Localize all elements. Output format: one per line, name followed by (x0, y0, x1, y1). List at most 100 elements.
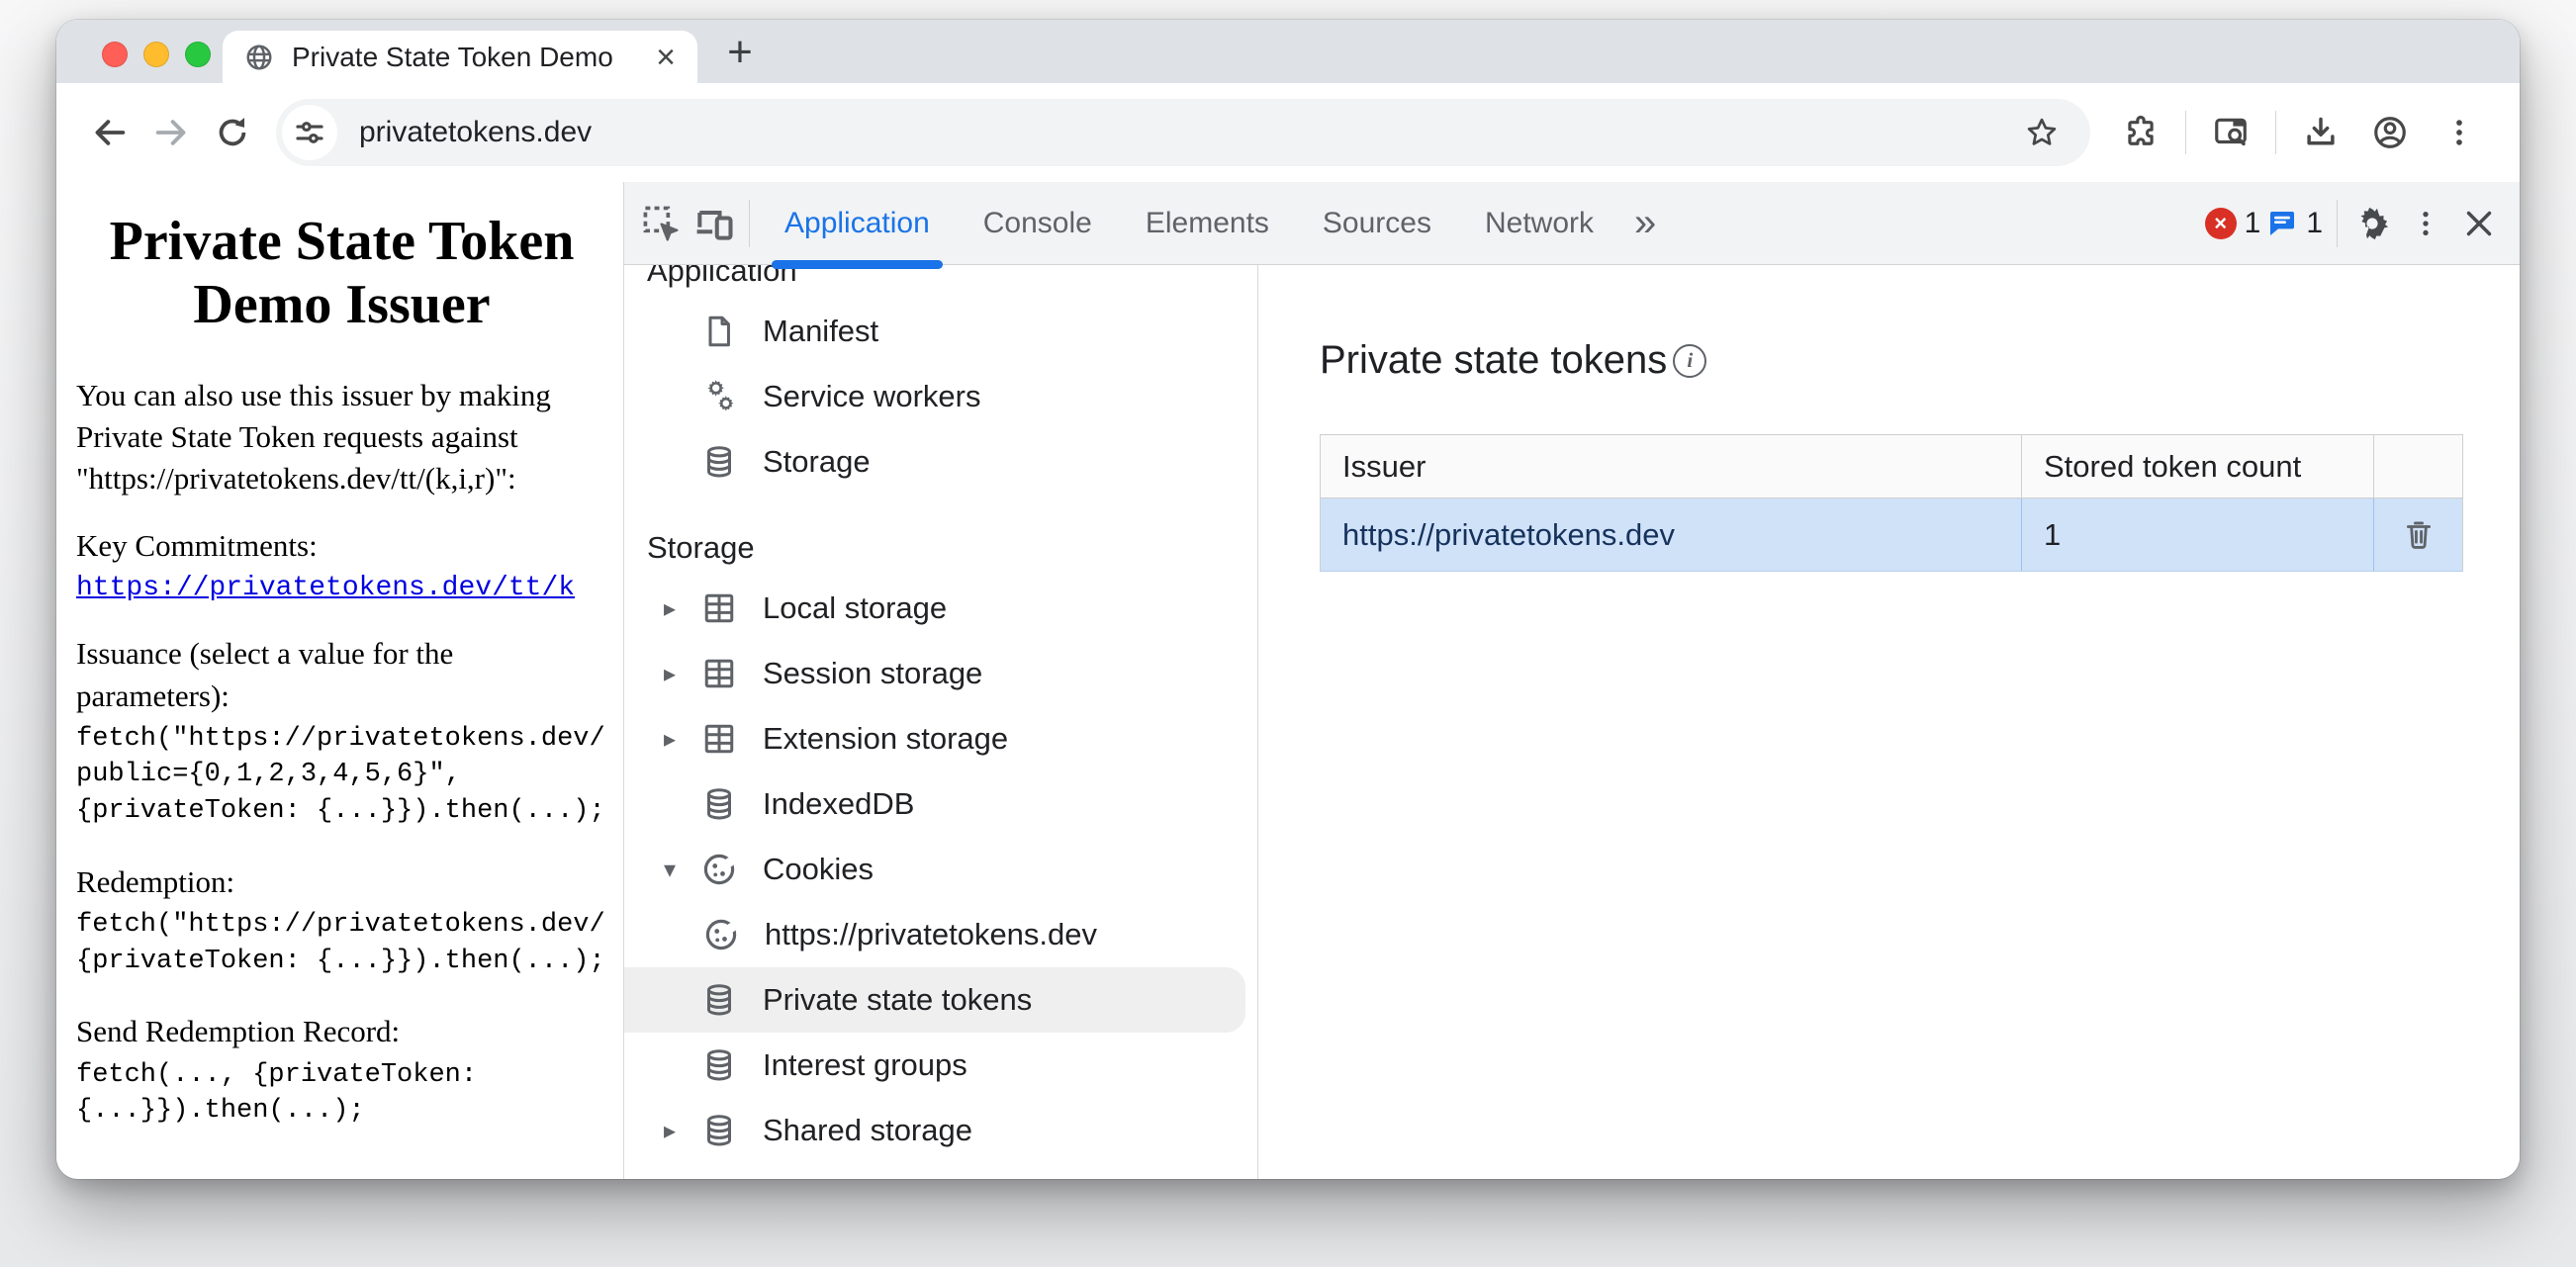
sidebar-item-interest-groups[interactable]: Interest groups (624, 1033, 1257, 1098)
url-text[interactable]: privatetokens.dev (359, 116, 2007, 149)
more-tabs-icon[interactable]: » (1620, 201, 1670, 245)
sidebar-item-manifest[interactable]: Manifest (624, 299, 1257, 364)
database-icon (699, 1045, 739, 1085)
delete-token-button[interactable] (2394, 510, 2443, 560)
table-icon (699, 588, 739, 628)
sidebar-item-indexeddb[interactable]: IndexedDB (624, 771, 1257, 837)
reload-button[interactable] (205, 105, 260, 160)
error-badge[interactable]: × 1 (2205, 207, 2261, 240)
inspect-element-icon[interactable] (634, 197, 688, 250)
issue-count: 1 (2306, 207, 2323, 240)
page-title: Private State Token Demo Issuer (76, 210, 607, 337)
cookie-icon (701, 915, 741, 954)
profile-avatar-icon[interactable] (2361, 104, 2419, 161)
tab-strip: Private State Token Demo × + (56, 20, 2520, 83)
column-header-count[interactable]: Stored token count (2022, 435, 2374, 498)
tab-sources[interactable]: Sources (1296, 182, 1458, 264)
close-window-button[interactable] (102, 42, 128, 67)
panel-title: Private state tokens (1320, 338, 1667, 383)
chevron-right-icon[interactable]: ▸ (664, 594, 699, 623)
tab-console[interactable]: Console (957, 182, 1119, 264)
document-icon (699, 312, 739, 351)
issuance-label: Issuance (select a value for the paramet… (76, 633, 607, 716)
count-cell[interactable]: 1 (2022, 498, 2374, 572)
issuer-cell[interactable]: https://privatetokens.dev (1321, 498, 2022, 572)
sidebar-item-session-storage[interactable]: ▸ Session storage (624, 641, 1257, 706)
search-tabs-icon[interactable] (2202, 104, 2259, 161)
devtools-divider (749, 200, 750, 247)
devtools-close-icon[interactable] (2452, 197, 2506, 250)
browser-tab[interactable]: Private State Token Demo × (223, 31, 697, 83)
sidebar-item-label: Interest groups (763, 1047, 967, 1083)
column-header-issuer[interactable]: Issuer (1321, 435, 2022, 498)
tokens-table: Issuer Stored token count https://privat… (1320, 434, 2463, 572)
sidebar-section-application: Application (624, 265, 1257, 299)
sidebar-item-extension-storage[interactable]: ▸ Extension storage (624, 706, 1257, 771)
chevron-down-icon[interactable]: ▾ (664, 856, 699, 884)
sidebar-section-storage: Storage (624, 520, 1257, 576)
sidebar-item-label: Private state tokens (763, 982, 1032, 1018)
minimize-window-button[interactable] (143, 42, 169, 67)
address-bar[interactable]: privatetokens.dev (276, 99, 2090, 166)
browser-window: Private State Token Demo × + (56, 20, 2520, 1179)
sidebar-item-label: Manifest (763, 314, 878, 349)
table-header-row: Issuer Stored token count (1321, 435, 2463, 498)
new-tab-button[interactable]: + (711, 24, 769, 81)
sidebar-item-service-workers[interactable]: Service workers (624, 364, 1257, 429)
zoom-window-button[interactable] (185, 42, 211, 67)
downloads-icon[interactable] (2292, 104, 2349, 161)
tab-title: Private State Token Demo (292, 42, 652, 73)
table-icon (699, 719, 739, 759)
key-commitments-label: Key Commitments: (76, 525, 607, 567)
devtools: Application Console Elements Sources Net… (623, 182, 2520, 1179)
chevron-right-icon[interactable]: ▸ (664, 725, 699, 754)
window-content: Private State Token Demo Issuer You can … (56, 182, 2520, 1179)
database-icon (699, 784, 739, 824)
sidebar-item-local-storage[interactable]: ▸ Local storage (624, 576, 1257, 641)
chevron-right-icon[interactable]: ▸ (664, 660, 699, 688)
sidebar-item-label: Shared storage (763, 1113, 972, 1148)
device-toolbar-icon[interactable] (688, 197, 741, 250)
issues-icon (2266, 208, 2298, 239)
settings-gear-icon[interactable] (2346, 197, 2399, 250)
tab-network[interactable]: Network (1458, 182, 1620, 264)
sidebar-item-storage[interactable]: Storage (624, 429, 1257, 495)
srr-label: Send Redemption Record: (76, 1011, 607, 1052)
sidebar-item-label: Cookies (763, 852, 874, 887)
table-row[interactable]: https://privatetokens.dev 1 (1321, 498, 2463, 572)
toolbar-divider (2275, 111, 2276, 154)
devtools-menu-icon[interactable] (2399, 197, 2452, 250)
toolbar-divider (2185, 111, 2186, 154)
tab-elements[interactable]: Elements (1119, 182, 1296, 264)
sidebar-item-cookies-origin[interactable]: https://privatetokens.dev (624, 902, 1257, 967)
sidebar-item-private-state-tokens[interactable]: Private state tokens (624, 967, 1245, 1033)
sidebar-item-label: Storage (763, 444, 871, 480)
extensions-icon[interactable] (2112, 104, 2169, 161)
database-icon (699, 442, 739, 482)
tab-close-icon[interactable]: × (652, 41, 680, 74)
info-icon[interactable]: i (1673, 344, 1706, 378)
key-commitments-link[interactable]: https://privatetokens.dev/tt/k (76, 573, 575, 603)
browser-menu-icon[interactable] (2431, 104, 2488, 161)
srr-code: fetch(..., {privateToken: {...}}).then(.… (76, 1057, 607, 1130)
window-controls (102, 42, 211, 67)
redemption-code: fetch("https://privatetokens.dev/tt/ {pr… (76, 907, 607, 979)
back-button[interactable] (82, 105, 138, 160)
bookmark-star-icon[interactable] (2013, 104, 2070, 161)
private-state-tokens-panel: Private state tokens i Issuer Stored tok… (1258, 265, 2520, 1179)
error-icon: × (2205, 208, 2237, 239)
site-settings-icon[interactable] (282, 105, 337, 160)
sidebar-item-shared-storage[interactable]: ▸ Shared storage (624, 1098, 1257, 1163)
sidebar-item-label: Local storage (763, 590, 947, 626)
devtools-toolbar: Application Console Elements Sources Net… (624, 182, 2520, 265)
devtools-sidebar: Application Manifest (624, 265, 1258, 1179)
sidebar-item-cookies[interactable]: ▾ Cookies (624, 837, 1257, 902)
tab-application[interactable]: Application (758, 182, 957, 264)
issues-badge[interactable]: 1 (2266, 207, 2323, 240)
error-count: 1 (2245, 207, 2261, 240)
sidebar-item-label: Service workers (763, 379, 981, 414)
forward-button[interactable] (143, 105, 199, 160)
demo-page: Private State Token Demo Issuer You can … (56, 182, 623, 1179)
issuance-code: fetch("https://privatetokens.dev/tt/ pub… (76, 721, 607, 830)
chevron-right-icon[interactable]: ▸ (664, 1117, 699, 1145)
